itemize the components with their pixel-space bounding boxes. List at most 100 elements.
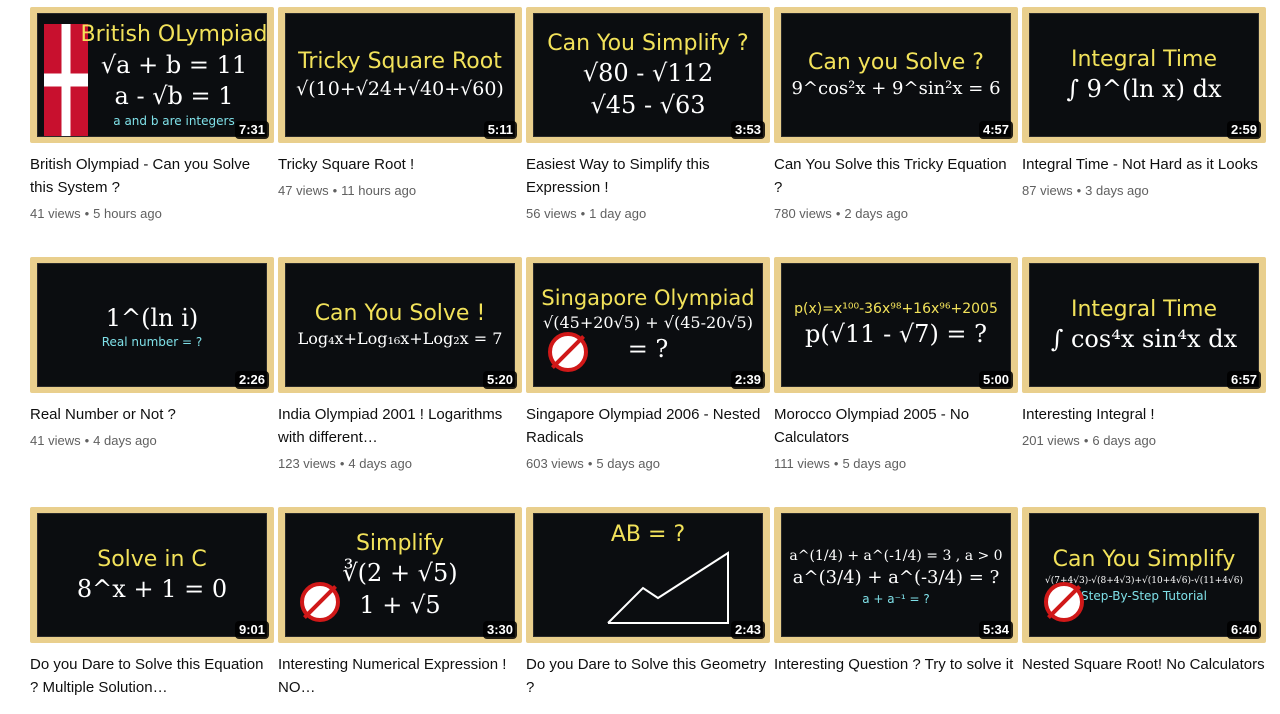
video-title[interactable]: Interesting Integral !: [1022, 403, 1266, 426]
video-title[interactable]: India Olympiad 2001 ! Logarithms with di…: [278, 403, 522, 449]
video-metadata: 603 views • 5 days ago: [526, 455, 770, 473]
video-duration-badge: 5:20: [482, 371, 517, 389]
thumbnail-heading: British OLympiad: [80, 22, 268, 48]
video-card[interactable]: Can You Simplify ? √80 - √112 √45 - √63 3:5…: [526, 7, 770, 223]
video-grid: British OLympiad √a + b = 11 a - √b = 1 a a…: [0, 0, 1280, 714]
video-thumbnail[interactable]: British OLympiad √a + b = 11 a - √b = 1 a a…: [30, 7, 274, 143]
thumbnail-equation: ∫ cos⁴x sin⁴x dx: [1050, 324, 1238, 353]
upload-age: 5 hours ago: [93, 206, 162, 221]
video-title[interactable]: Nested Square Root! No Calculators: [1022, 653, 1266, 676]
upload-age: 2 days ago: [844, 206, 908, 221]
video-thumbnail[interactable]: AB = ? 2:43: [526, 507, 770, 643]
thumbnail-chalkboard: p(x)=x¹⁰⁰-36x⁹⁸+16x⁹⁶+2005 p(√11 - √7) = …: [781, 263, 1011, 387]
video-card[interactable]: Can You Solve ! Log₄x+Log₁₆x+Log₂x = 7 5:2…: [278, 257, 522, 473]
no-calculator-icon: [548, 332, 588, 372]
video-title[interactable]: Interesting Question ? Try to solve it: [774, 653, 1018, 676]
upload-age: 3 days ago: [1085, 183, 1149, 198]
video-title[interactable]: Easiest Way to Simplify this Expression …: [526, 153, 770, 199]
video-card[interactable]: British OLympiad √a + b = 11 a - √b = 1 a a…: [30, 7, 274, 223]
video-card[interactable]: Tricky Square Root √(10+√24+√40+√60) 5:11 T…: [278, 7, 522, 200]
video-title[interactable]: Singapore Olympiad 2006 - Nested Radical…: [526, 403, 770, 449]
thumbnail-heading: Tricky Square Root: [298, 49, 502, 75]
video-card[interactable]: AB = ? 2:43 Do you Dare to Solve this Geom…: [526, 507, 770, 699]
thumbnail-heading: Can you Solve ?: [808, 50, 984, 75]
video-metadata: 123 views • 4 days ago: [278, 455, 522, 473]
video-card[interactable]: 1^(ln i) Real number = ? 2:26 Real Number o…: [30, 257, 274, 450]
thumbnail-chalkboard: Can You Simplify ? √80 - √112 √45 - √63: [533, 13, 763, 137]
video-duration-badge: 6:40: [1226, 621, 1261, 639]
video-thumbnail[interactable]: a^(1/4) + a^(-1/4) = 3 , a > 0 a^(3/4) + …: [774, 507, 1018, 643]
thumbnail-chalkboard: Tricky Square Root √(10+√24+√40+√60): [285, 13, 515, 137]
video-duration-badge: 5:11: [483, 121, 517, 139]
video-card[interactable]: Integral Time ∫ 9^(ln x) dx 2:59 Integral T…: [1022, 7, 1266, 200]
video-card[interactable]: Simplify ∛(2 + √5) 1 + √5 3:30 Interesting N…: [278, 507, 522, 699]
video-thumbnail[interactable]: 1^(ln i) Real number = ? 2:26: [30, 257, 274, 393]
video-duration-badge: 5:00: [978, 371, 1013, 389]
video-card[interactable]: a^(1/4) + a^(-1/4) = 3 , a > 0 a^(3/4) + …: [774, 507, 1018, 676]
thumbnail-equation-line2: = ?: [627, 335, 669, 364]
thumbnail-chalkboard: Can You Simplify √(7+4√3)-√(8+4√3)+√(10+4…: [1029, 513, 1259, 637]
thumbnail-equation: √(45+20√5) + √(45-20√5): [543, 313, 753, 333]
thumbnail-equation: 1^(ln i): [105, 303, 199, 332]
thumbnail-equation-line2: √45 - √63: [590, 90, 706, 119]
thumbnail-heading: Integral Time: [1070, 46, 1218, 72]
thumbnail-chalkboard: Integral Time ∫ 9^(ln x) dx: [1029, 13, 1259, 137]
video-metadata: 56 views • 1 day ago: [526, 205, 770, 223]
video-thumbnail[interactable]: Integral Time ∫ cos⁴x sin⁴x dx 6:57: [1022, 257, 1266, 393]
video-thumbnail[interactable]: Integral Time ∫ 9^(ln x) dx 2:59: [1022, 7, 1266, 143]
thumbnail-chalkboard: Solve in C 8^x + 1 = 0: [37, 513, 267, 637]
separator-dot: •: [1083, 433, 1089, 448]
video-card[interactable]: Can You Simplify √(7+4√3)-√(8+4√3)+√(10+4…: [1022, 507, 1266, 676]
video-thumbnail[interactable]: Can you Solve ? 9^cos²x + 9^sin²x = 6 4:57: [774, 7, 1018, 143]
video-title[interactable]: Tricky Square Root !: [278, 153, 522, 176]
upload-age: 4 days ago: [348, 456, 412, 471]
video-metadata: 780 views • 2 days ago: [774, 205, 1018, 223]
upload-age: 11 hours ago: [341, 183, 417, 198]
video-thumbnail[interactable]: p(x)=x¹⁰⁰-36x⁹⁸+16x⁹⁶+2005 p(√11 - √7) = …: [774, 257, 1018, 393]
video-title[interactable]: British Olympiad - Can you Solve this Sy…: [30, 153, 274, 199]
video-duration-badge: 2:59: [1226, 121, 1261, 139]
video-title[interactable]: Integral Time - Not Hard as it Looks: [1022, 153, 1266, 176]
video-title[interactable]: Do you Dare to Solve this Geometry ?: [526, 653, 770, 699]
video-metadata: 41 views • 5 hours ago: [30, 205, 274, 223]
video-title[interactable]: Do you Dare to Solve this Equation ? Mul…: [30, 653, 274, 699]
view-count: 111 views: [774, 456, 830, 471]
video-card[interactable]: Singapore Olympiad √(45+20√5) + √(45-20√5…: [526, 257, 770, 473]
video-card[interactable]: Can you Solve ? 9^cos²x + 9^sin²x = 6 4:57…: [774, 7, 1018, 223]
upload-age: 6 days ago: [1092, 433, 1156, 448]
upload-age: 4 days ago: [93, 433, 157, 448]
separator-dot: •: [587, 456, 593, 471]
thumbnail-chalkboard: 1^(ln i) Real number = ?: [37, 263, 267, 387]
video-title[interactable]: Real Number or Not ?: [30, 403, 274, 426]
video-card[interactable]: p(x)=x¹⁰⁰-36x⁹⁸+16x⁹⁶+2005 p(√11 - √7) = …: [774, 257, 1018, 473]
thumbnail-heading: Solve in C: [97, 546, 207, 572]
video-thumbnail[interactable]: Singapore Olympiad √(45+20√5) + √(45-20√5…: [526, 257, 770, 393]
triangle-diagram: [607, 550, 729, 624]
separator-dot: •: [84, 206, 90, 221]
video-title[interactable]: Morocco Olympiad 2005 - No Calculators: [774, 403, 1018, 449]
thumbnail-chalkboard: Can You Solve ! Log₄x+Log₁₆x+Log₂x = 7: [285, 263, 515, 387]
thumbnail-equation: √80 - √112: [582, 59, 714, 88]
view-count: 41 views: [30, 206, 81, 221]
video-thumbnail[interactable]: Can You Simplify ? √80 - √112 √45 - √63 3:5…: [526, 7, 770, 143]
video-title[interactable]: Interesting Numerical Expression ! NO…: [278, 653, 522, 699]
video-thumbnail[interactable]: Solve in C 8^x + 1 = 0 9:01: [30, 507, 274, 643]
thumbnail-chalkboard: British OLympiad √a + b = 11 a - √b = 1 a a…: [37, 13, 267, 137]
video-thumbnail[interactable]: Tricky Square Root √(10+√24+√40+√60) 5:11: [278, 7, 522, 143]
view-count: 41 views: [30, 433, 81, 448]
video-thumbnail[interactable]: Can You Simplify √(7+4√3)-√(8+4√3)+√(10+4…: [1022, 507, 1266, 643]
upload-age: 5 days ago: [842, 456, 907, 471]
video-thumbnail[interactable]: Simplify ∛(2 + √5) 1 + √5 3:30: [278, 507, 522, 643]
video-thumbnail[interactable]: Can You Solve ! Log₄x+Log₁₆x+Log₂x = 7 5:2…: [278, 257, 522, 393]
thumbnail-heading: Can You Simplify ?: [547, 30, 749, 56]
video-metadata: 47 views • 11 hours ago: [278, 182, 522, 200]
thumbnail-equation: ∛(2 + √5): [342, 559, 458, 588]
video-metadata: 111 views • 5 days ago: [774, 455, 1018, 473]
thumbnail-caption: Step-By-Step Tutorial: [1081, 589, 1207, 604]
video-card[interactable]: Solve in C 8^x + 1 = 0 9:01 Do you Dare to …: [30, 507, 274, 699]
video-card[interactable]: Integral Time ∫ cos⁴x sin⁴x dx 6:57 Interes…: [1022, 257, 1266, 450]
video-title[interactable]: Can You Solve this Tricky Equation ?: [774, 153, 1018, 199]
view-count: 201 views: [1022, 433, 1080, 448]
view-count: 87 views: [1022, 183, 1073, 198]
video-duration-badge: 2:39: [730, 371, 765, 389]
